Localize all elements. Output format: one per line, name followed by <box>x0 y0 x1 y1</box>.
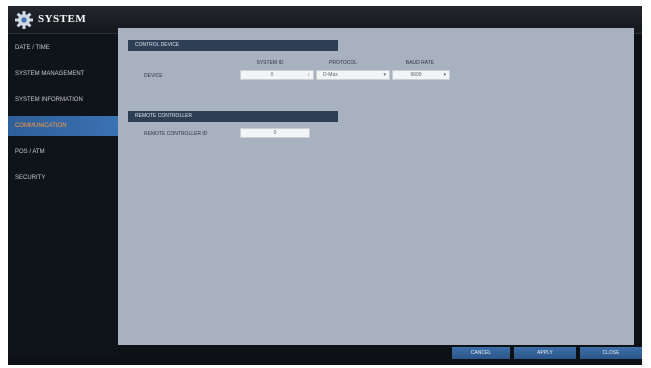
apply-button[interactable]: APPLY <box>514 347 576 359</box>
system-id-stepper[interactable]: 0 ↕ <box>240 70 314 80</box>
system-id-value: 0 <box>270 72 274 78</box>
baud-rate-select[interactable]: 9600 ▾ <box>392 70 450 80</box>
remote-controller-id-field[interactable]: 0 <box>240 128 310 138</box>
sidebar-item-security[interactable]: SECURITY <box>8 168 124 188</box>
control-device-header: CONTROL DEVICE <box>128 40 338 51</box>
baud-rate-column-header: BAUD RATE <box>405 60 435 66</box>
sidebar-item-system-information[interactable]: SYSTEM INFORMATION <box>8 90 124 110</box>
device-row-label: DEVICE <box>144 73 163 79</box>
stepper-arrows-icon[interactable]: ↕ <box>308 71 311 79</box>
remote-controller-id-value: 0 <box>273 130 277 136</box>
sidebar-item-communication[interactable]: COMMUNICATION <box>8 116 124 136</box>
sidebar-item-system-management[interactable]: SYSTEM MANAGEMENT <box>8 64 124 84</box>
sidebar-item-date-time[interactable]: DATE / TIME <box>8 38 124 58</box>
chevron-down-icon: ▾ <box>383 72 386 78</box>
remote-controller-header: REMOTE CONTROLLER <box>128 111 338 122</box>
protocol-column-header: PROTOCOL <box>329 60 357 66</box>
close-button[interactable]: CLOSE <box>580 347 642 359</box>
protocol-value: D-Max <box>323 72 338 78</box>
remote-controller-id-label: REMOTE CONTROLLER ID <box>144 131 208 137</box>
system-id-column-header: SYSTEM ID <box>256 60 284 66</box>
sidebar: DATE / TIME SYSTEM MANAGEMENT SYSTEM INF… <box>8 34 124 355</box>
cancel-button[interactable]: CANCEL <box>452 347 510 359</box>
sidebar-item-pos-atm[interactable]: POS / ATM <box>8 142 124 162</box>
app-title: SYSTEM <box>38 13 87 25</box>
gear-icon <box>15 11 33 29</box>
chevron-down-icon: ▾ <box>443 72 446 78</box>
content-panel: CONTROL DEVICE SYSTEM ID PROTOCOL BAUD R… <box>118 28 634 345</box>
baud-rate-value: 9600 <box>410 72 422 78</box>
protocol-select[interactable]: D-Max ▾ <box>316 70 390 80</box>
